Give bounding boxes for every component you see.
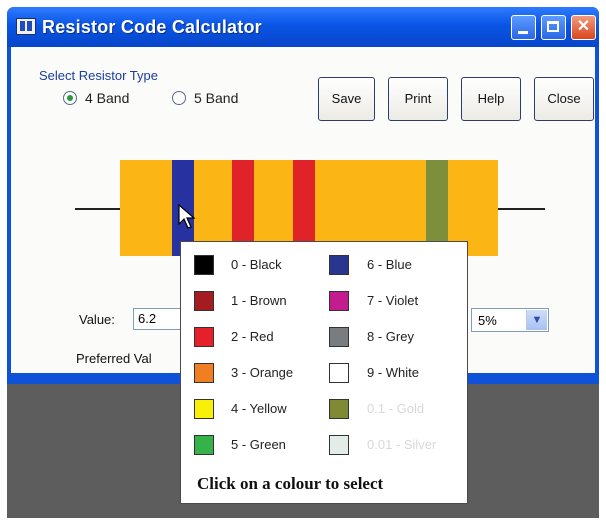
resistor-type-label: Select Resistor Type xyxy=(39,68,158,83)
window-title: Resistor Code Calculator xyxy=(42,17,262,37)
mouse-cursor-icon xyxy=(178,204,196,229)
title-bar[interactable]: Resistor Code Calculator ✕ xyxy=(7,7,599,47)
radio-5-band-label: 5 Band xyxy=(194,90,239,106)
radio-5-band[interactable]: 5 Band xyxy=(172,90,238,106)
app-icon xyxy=(16,18,36,35)
swatch-gold[interactable] xyxy=(329,399,349,419)
value-label: Value: xyxy=(79,312,115,327)
radio-4-band[interactable]: 4 Band xyxy=(63,90,129,106)
swatch-white-label[interactable]: 9 - White xyxy=(367,365,419,380)
radio-4-band-label: 4 Band xyxy=(85,90,130,106)
swatch-grey-label[interactable]: 8 - Grey xyxy=(367,329,414,344)
close-button[interactable]: Close xyxy=(534,77,594,121)
colour-menu: 0 - Black 1 - Brown 2 - Red 3 - Orange 4… xyxy=(180,241,468,504)
colour-menu-hint: Click on a colour to select xyxy=(197,474,384,493)
swatch-brown[interactable] xyxy=(194,291,214,311)
swatch-red-label[interactable]: 2 - Red xyxy=(231,329,274,344)
close-icon: ✕ xyxy=(576,18,591,35)
swatch-black[interactable] xyxy=(194,255,214,275)
radio-selected-icon xyxy=(63,91,77,105)
preferred-value-label: Preferred Val xyxy=(76,351,152,366)
tolerance-select[interactable]: 5% ▼ xyxy=(471,308,549,332)
maximize-button[interactable] xyxy=(541,15,566,40)
swatch-violet-label[interactable]: 7 - Violet xyxy=(367,293,418,308)
maximize-icon xyxy=(547,21,559,32)
swatch-red[interactable] xyxy=(194,327,214,347)
swatch-black-label[interactable]: 0 - Black xyxy=(231,257,282,272)
swatch-grey[interactable] xyxy=(329,327,349,347)
close-window-button[interactable]: ✕ xyxy=(571,15,596,40)
swatch-gold-label[interactable]: 0.1 - Gold xyxy=(367,401,424,416)
swatch-silver-label[interactable]: 0.01 - Silver xyxy=(367,437,436,452)
tolerance-value: 5% xyxy=(478,313,497,328)
swatch-green-label[interactable]: 5 - Green xyxy=(231,437,286,452)
swatch-violet[interactable] xyxy=(329,291,349,311)
minimize-button[interactable] xyxy=(511,15,536,40)
help-button[interactable]: Help xyxy=(461,77,521,121)
swatch-blue[interactable] xyxy=(329,255,349,275)
swatch-orange[interactable] xyxy=(194,363,214,383)
radio-unselected-icon xyxy=(172,91,186,105)
swatch-white[interactable] xyxy=(329,363,349,383)
save-button[interactable]: Save xyxy=(318,77,375,121)
swatch-yellow[interactable] xyxy=(194,399,214,419)
print-button[interactable]: Print xyxy=(388,77,448,121)
swatch-green[interactable] xyxy=(194,435,214,455)
minimize-icon xyxy=(518,31,528,34)
swatch-yellow-label[interactable]: 4 - Yellow xyxy=(231,401,287,416)
swatch-blue-label[interactable]: 6 - Blue xyxy=(367,257,412,272)
swatch-orange-label[interactable]: 3 - Orange xyxy=(231,365,293,380)
swatch-brown-label[interactable]: 1 - Brown xyxy=(231,293,287,308)
swatch-silver[interactable] xyxy=(329,435,349,455)
chevron-down-icon[interactable]: ▼ xyxy=(526,310,547,330)
